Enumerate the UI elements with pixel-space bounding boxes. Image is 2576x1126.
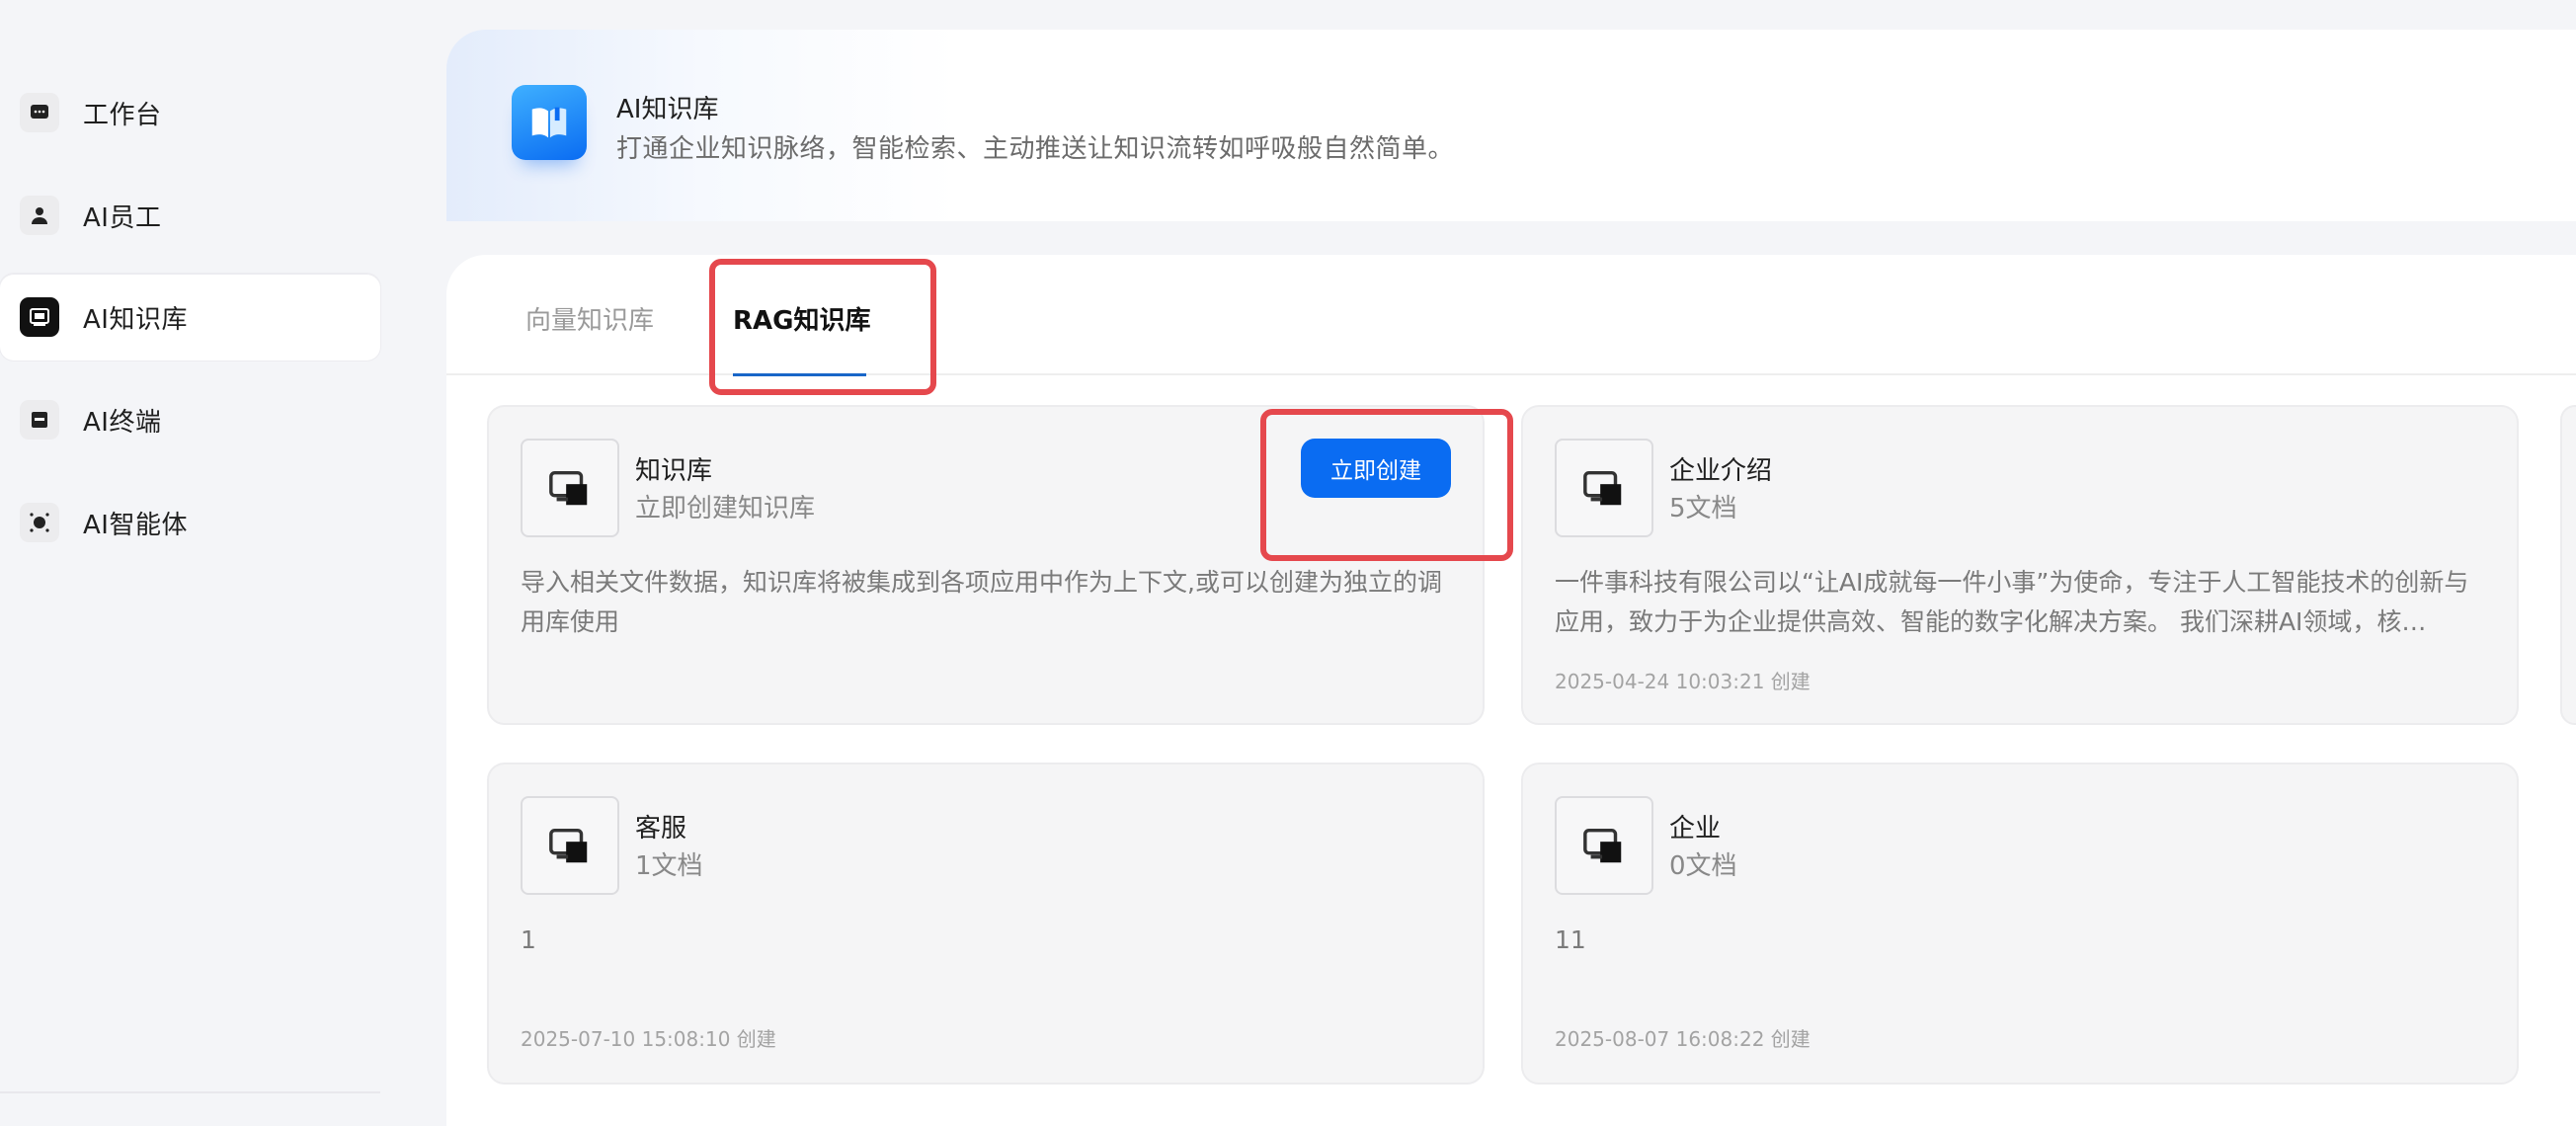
card-description: 导入相关文件数据，知识库将被集成到各项应用中作为上下文,或可以创建为独立的调用库… (521, 568, 1442, 636)
sidebar-divider (0, 1091, 380, 1093)
card-title: 企业介绍 (1669, 456, 1773, 486)
knowledge-base-icon (1555, 439, 1653, 537)
sidebar-item-workbench[interactable]: 工作台 (0, 69, 380, 156)
card-created-date: 2025-08-07 16:08:22 创建 (1555, 1027, 1811, 1051)
sidebar-item-ai-terminal[interactable]: AI终端 (0, 376, 380, 463)
create-now-button[interactable]: 立即创建 (1301, 439, 1451, 498)
card-doc-count: 1文档 (635, 851, 703, 881)
book-icon (512, 85, 587, 160)
chat-icon (20, 93, 59, 132)
tab-vector-knowledge[interactable]: 向量知识库 (525, 300, 654, 337)
knowledge-card-partial[interactable] (2560, 405, 2576, 725)
sidebar-item-label: AI员工 (83, 202, 162, 233)
person-icon (20, 196, 59, 235)
knowledge-base-icon (521, 439, 619, 537)
create-knowledge-card[interactable]: 知识库 立即创建知识库 立即创建 导入相关文件数据，知识库将被集成到各项应用中作… (487, 405, 1485, 725)
sidebar: 工作台 AI员工 AI知识库 AI终端 AI智能体 (0, 0, 380, 1126)
sidebar-item-label: AI智能体 (83, 510, 188, 540)
card-title: 知识库 (635, 456, 713, 486)
card-doc-count: 5文档 (1669, 494, 1737, 523)
tab-bar: 向量知识库 RAG知识库 (446, 255, 2576, 376)
knowledge-card[interactable]: 企业介绍 5文档 一件事科技有限公司以“让AI成就每一件小事”为使命，专注于人工… (1521, 405, 2519, 725)
sidebar-item-ai-knowledge[interactable]: AI知识库 (0, 274, 380, 361)
tab-rag-knowledge[interactable]: RAG知识库 (733, 300, 870, 337)
knowledge-card[interactable]: 企业 0文档 11 2025-08-07 16:08:22 创建 (1521, 763, 2519, 1085)
card-doc-count: 0文档 (1669, 851, 1737, 881)
knowledge-base-icon (1555, 796, 1653, 895)
knowledge-base-icon (521, 796, 619, 895)
agent-icon (20, 503, 59, 542)
page-header: AI知识库 打通企业知识脉络，智能检索、主动推送让知识流转如呼吸般自然简单。 (446, 30, 2576, 221)
terminal-icon (20, 400, 59, 440)
card-created-date: 2025-04-24 10:03:21 创建 (1555, 670, 1811, 693)
active-tab-indicator (733, 373, 866, 376)
sidebar-item-label: AI知识库 (83, 304, 188, 335)
sidebar-item-ai-agent[interactable]: AI智能体 (0, 479, 380, 566)
card-description: 11 (1555, 925, 1586, 954)
sidebar-item-label: 工作台 (83, 100, 162, 130)
card-description: 一件事科技有限公司以“让AI成就每一件小事”为使命，专注于人工智能技术的创新与应… (1555, 568, 2469, 636)
page-title: AI知识库 (616, 95, 719, 124)
knowledge-card[interactable]: 客服 1文档 1 2025-07-10 15:08:10 创建 (487, 763, 1485, 1085)
card-created-date: 2025-07-10 15:08:10 创建 (521, 1027, 776, 1051)
card-subtitle: 立即创建知识库 (635, 494, 816, 523)
card-title: 客服 (635, 814, 687, 844)
sidebar-item-ai-staff[interactable]: AI员工 (0, 172, 380, 259)
app-root: 工作台 AI员工 AI知识库 AI终端 AI智能体 AI知识库 打通企业知识脉络… (0, 0, 2576, 1126)
card-title: 企业 (1669, 814, 1722, 844)
page-subtitle: 打通企业知识脉络，智能检索、主动推送让知识流转如呼吸般自然简单。 (616, 134, 1455, 164)
card-description: 1 (521, 925, 536, 954)
sidebar-item-label: AI终端 (83, 407, 162, 438)
knowledge-icon (20, 297, 59, 337)
